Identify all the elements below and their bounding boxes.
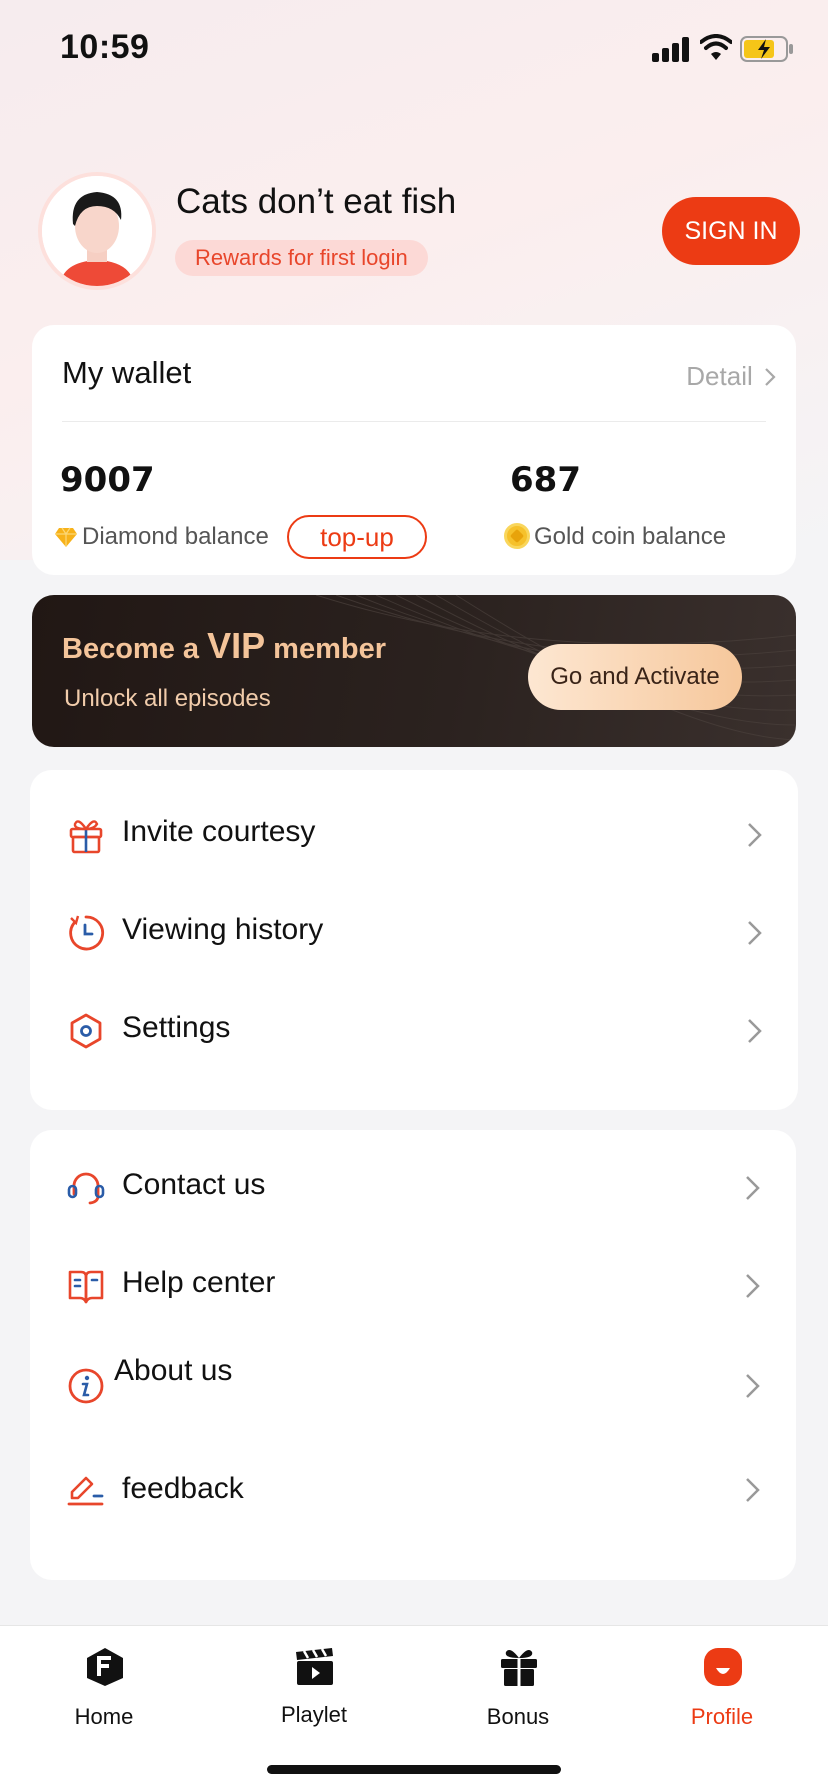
settings-icon — [70, 1013, 102, 1049]
menu-item-viewing-history[interactable]: Viewing history — [30, 893, 798, 973]
menu-label: About us — [114, 1354, 233, 1387]
edit-icon — [67, 1476, 104, 1506]
gold-balance-label: Gold coin balance — [534, 523, 727, 550]
chevron-right-icon — [748, 823, 762, 847]
nav-label: Bonus — [486, 1704, 550, 1729]
wifi-icon — [700, 34, 732, 60]
menu-card-primary: Invite courtesy Viewing history Settings — [30, 770, 798, 1110]
chevron-right-icon — [746, 1176, 760, 1200]
battery-icon — [740, 36, 793, 62]
menu-label: Settings — [122, 1011, 231, 1044]
signal-icon — [652, 36, 692, 62]
wallet-detail-link[interactable]: Detail — [686, 361, 776, 392]
first-login-reward-badge[interactable]: Rewards for first login — [175, 240, 428, 276]
vip-title: Become a VIP member — [62, 625, 386, 666]
nav-label: Playlet — [280, 1702, 348, 1727]
nav-label: Profile — [690, 1704, 754, 1729]
wallet-card: My wallet Detail 9007 Diamond balance to… — [32, 325, 796, 575]
username: Cats don’t eat fish — [176, 182, 457, 221]
sign-in-button[interactable]: SIGN IN — [662, 197, 800, 265]
wallet-divider — [62, 421, 766, 422]
home-indicator — [267, 1765, 561, 1774]
menu-label: Invite courtesy — [122, 815, 316, 848]
nav-playlet[interactable]: Playlet — [244, 1646, 384, 1746]
chevron-right-icon — [746, 1478, 760, 1502]
nav-home[interactable]: Home — [34, 1646, 174, 1746]
nav-profile[interactable]: Profile — [652, 1646, 792, 1746]
headset-icon — [67, 1172, 105, 1205]
top-up-button[interactable]: top-up — [287, 515, 427, 559]
clapper-icon — [296, 1648, 333, 1685]
vip-subtitle: Unlock all episodes — [64, 685, 271, 712]
nav-bonus[interactable]: Bonus — [448, 1646, 588, 1746]
chevron-right-icon — [748, 1019, 762, 1043]
menu-item-settings[interactable]: Settings — [30, 991, 798, 1071]
wallet-title: My wallet — [62, 355, 192, 390]
menu-item-invite-courtesy[interactable]: Invite courtesy — [30, 795, 798, 875]
menu-item-contact-us[interactable]: Contact us — [30, 1148, 796, 1228]
wallet-detail-label: Detail — [686, 361, 753, 391]
vip-banner[interactable]: Become a VIP member Unlock all episodes … — [32, 595, 796, 747]
vip-activate-button[interactable]: Go and Activate — [528, 644, 742, 710]
chevron-right-icon — [746, 1374, 760, 1398]
chevron-right-icon — [748, 921, 762, 945]
gold-balance-value: 687 — [510, 460, 581, 500]
status-bar: 10:59 — [0, 0, 828, 100]
menu-item-about-us[interactable]: About us — [30, 1344, 796, 1424]
diamond-balance-label: Diamond balance — [82, 523, 269, 550]
menu-label: Viewing history — [122, 913, 324, 946]
menu-card-secondary: Contact us Help center About us feedback — [30, 1130, 796, 1580]
profile-icon — [704, 1648, 742, 1686]
diamond-icon — [55, 527, 77, 547]
menu-label: feedback — [122, 1472, 244, 1505]
history-icon — [69, 915, 105, 951]
status-time: 10:59 — [60, 28, 150, 66]
gold-coin-icon — [504, 523, 530, 549]
home-icon — [87, 1648, 123, 1686]
menu-item-help-center[interactable]: Help center — [30, 1246, 796, 1326]
book-icon — [68, 1270, 104, 1304]
diamond-balance-value: 9007 — [60, 460, 155, 500]
menu-label: Contact us — [122, 1168, 266, 1201]
chevron-right-icon — [746, 1274, 760, 1298]
nav-label: Home — [74, 1704, 134, 1729]
info-icon — [68, 1368, 104, 1404]
avatar-image — [42, 176, 152, 286]
chevron-right-icon — [765, 368, 776, 386]
gift-icon — [501, 1650, 537, 1686]
gift-icon — [69, 820, 103, 854]
avatar[interactable] — [38, 172, 156, 290]
menu-label: Help center — [122, 1266, 276, 1299]
menu-item-feedback[interactable]: feedback — [30, 1442, 796, 1522]
